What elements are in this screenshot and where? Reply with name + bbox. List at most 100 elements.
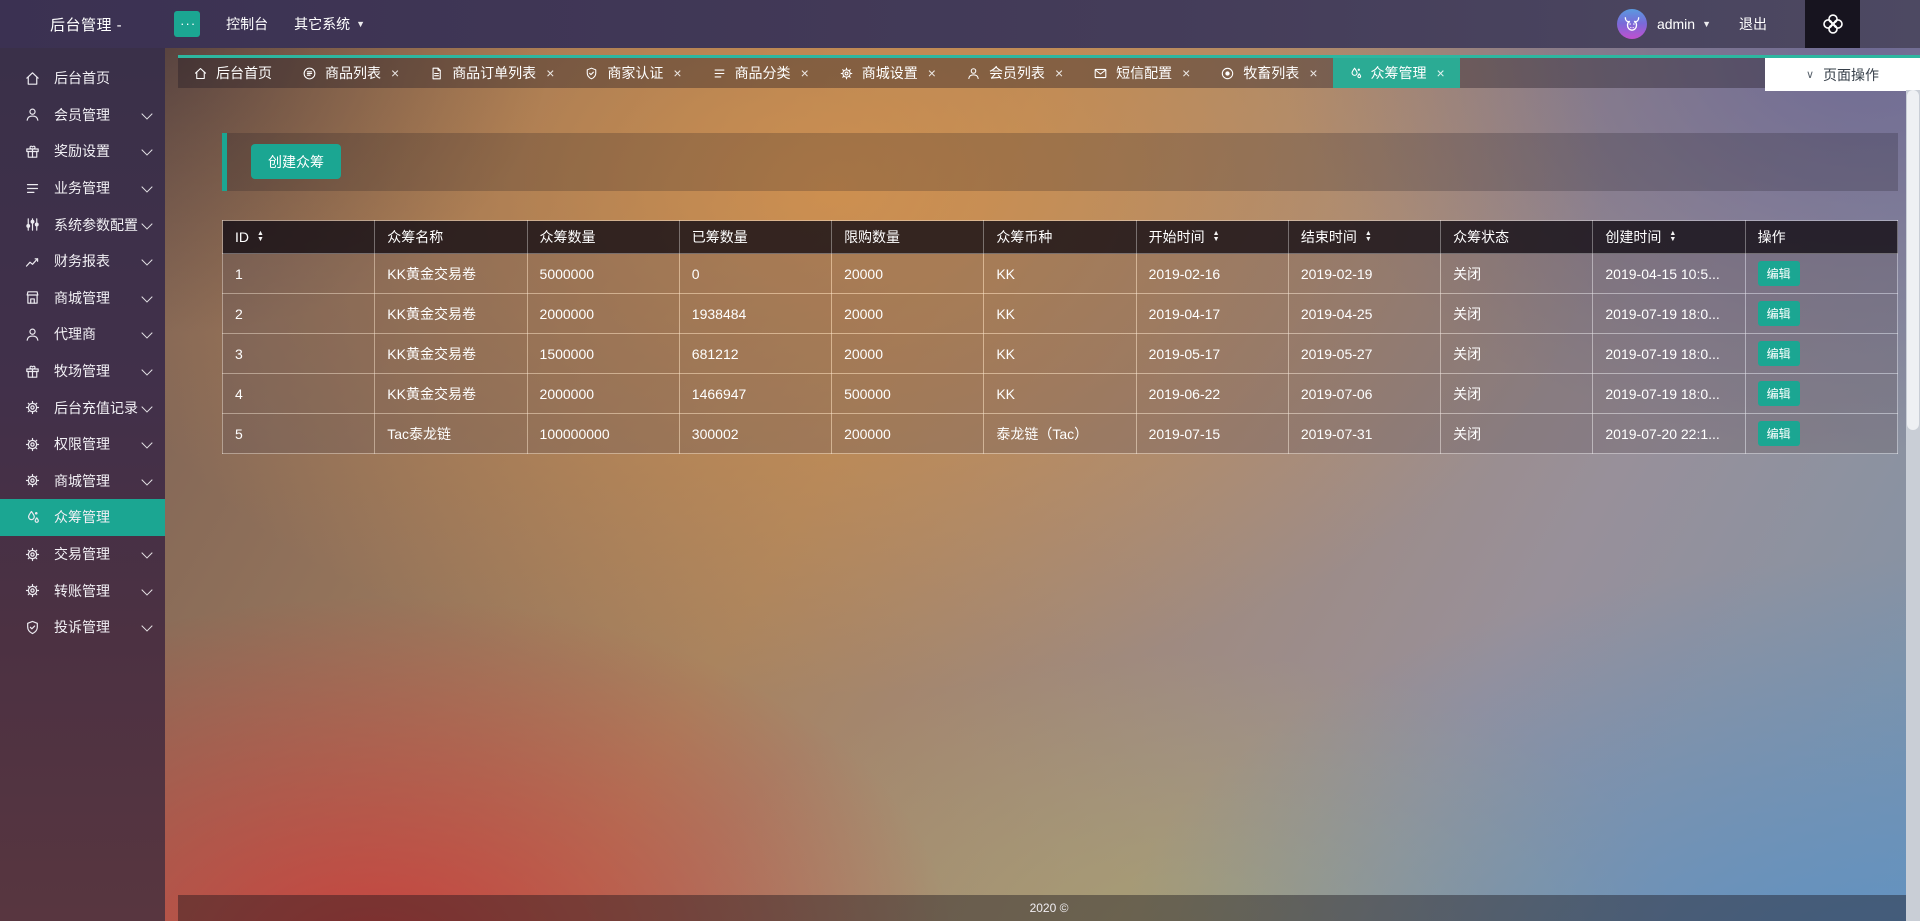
tab-sms-config[interactable]: 短信配置 × [1078,58,1205,88]
cell-end-time: 2019-07-06 [1287,373,1442,414]
logout-button[interactable]: 退出 [1739,14,1767,34]
tab-home[interactable]: 后台首页 [178,58,287,88]
user-menu[interactable]: admin ▼ [1657,16,1711,32]
sidebar-item-mall-mgmt[interactable]: 商城管理 [0,280,165,317]
cell-start-time: 2019-02-16 [1135,253,1289,294]
sidebar-item-mall-mgmt-2[interactable]: 商城管理 [0,463,165,500]
sidebar-item-reward-settings[interactable]: 奖励设置 [0,133,165,170]
close-icon[interactable]: × [1055,65,1063,81]
close-icon[interactable]: × [801,65,809,81]
edit-button[interactable]: 编辑 [1757,261,1800,286]
column-header-id[interactable]: ID ▲ ▼ [221,220,376,254]
tab-mall-settings[interactable]: 商城设置 × [824,58,951,88]
cell-status: 关闭 [1440,333,1594,374]
cell-raised-amount: 681212 [678,333,833,374]
edit-button[interactable]: 编辑 [1757,381,1800,406]
column-header-status: 众筹状态 [1440,220,1594,254]
tab-label: 众筹管理 [1370,65,1427,81]
sidebar-item-dashboard[interactable]: 后台首页 [0,60,165,97]
copyright-text: 2020 © [1029,901,1069,915]
tab-crowdfund-mgmt[interactable]: 众筹管理 × [1332,58,1460,88]
cell-start-time: 2019-06-22 [1135,373,1289,414]
menu-toggle-button[interactable]: ··· [174,11,201,37]
column-header-start-time[interactable]: 开始时间 ▲ ▼ [1135,220,1289,254]
column-header-created-time[interactable]: 创建时间 ▲ ▼ [1592,220,1746,254]
cell-start-time: 2019-04-17 [1135,293,1289,334]
column-header-end-time[interactable]: 结束时间 ▲ ▼ [1287,220,1442,254]
store-icon [24,289,41,306]
close-icon[interactable]: × [928,65,936,81]
app-switcher-button[interactable] [1805,0,1860,48]
sidebar-item-permission-mgmt[interactable]: 权限管理 [0,426,165,463]
column-label: 众筹币种 [996,229,1053,245]
sidebar-item-recharge-records[interactable]: 后台充值记录 [0,389,165,426]
close-icon[interactable]: × [673,65,681,81]
tab-product-orders[interactable]: 商品订单列表 × [414,58,569,88]
cell-actions: 编辑 [1744,373,1899,414]
tab-label: 后台首页 [216,65,272,81]
sidebar-item-label: 后台首页 [54,70,110,87]
scrollbar[interactable] [1906,90,1920,921]
chevron-down-icon [141,144,153,157]
cell-status: 关闭 [1440,253,1594,294]
cell-actions: 编辑 [1744,293,1899,334]
mail-icon [1093,66,1108,81]
close-icon[interactable]: × [1309,65,1317,81]
tab-label: 商品列表 [325,65,381,81]
edit-button[interactable]: 编辑 [1757,341,1800,366]
cell-actions: 编辑 [1744,253,1899,294]
crowdfund-table: ID ▲ ▼ 众筹名称 众筹数量 已筹数量 限购数量 众筹币种 开始时间 ▲ ▼ 结束时间 ▲ ▼ 众筹状态… [221,220,1899,454]
tab-member-list[interactable]: 会员列表 × [951,58,1078,88]
column-header-purchase-limit: 限购数量 [831,220,985,254]
cell-start-time: 2019-07-15 [1135,413,1289,454]
close-icon[interactable]: × [391,65,399,81]
nav-console[interactable]: 控制台 [226,14,268,34]
sidebar-item-agents[interactable]: 代理商 [0,316,165,353]
scrollbar-thumb[interactable] [1907,90,1919,430]
chevron-down-icon [141,108,153,120]
page-actions-button[interactable]: ∨ 页面操作 [1765,58,1920,91]
sidebar-item-transfer-mgmt[interactable]: 转账管理 [0,572,165,609]
sidebar-item-crowdfund-mgmt[interactable]: 众筹管理 [0,499,165,536]
sidebar-item-trade-mgmt[interactable]: 交易管理 [0,536,165,573]
sidebar-item-business-mgmt[interactable]: 业务管理 [0,170,165,207]
close-icon[interactable]: × [546,65,554,81]
column-label: 众筹数量 [539,229,596,245]
sliders-icon [24,216,41,233]
tab-merchant-auth[interactable]: 商家认证 × [569,58,696,88]
chevron-down-icon [141,547,153,559]
nav-other-systems[interactable]: 其它系统 ▼ [294,14,365,34]
sidebar-item-label: 商城管理 [54,289,110,306]
sidebar-item-system-params[interactable]: 系统参数配置 [0,206,165,243]
shield-check-icon [584,66,599,81]
sidebar-item-complaint-mgmt[interactable]: 投诉管理 [0,609,165,646]
sidebar-item-member-mgmt[interactable]: 会员管理 [0,97,165,134]
sidebar-item-ranch-mgmt[interactable]: 牧场管理 [0,353,165,390]
cell-created-time: 2019-07-20 22:1... [1592,413,1746,454]
close-icon[interactable]: × [1437,65,1445,81]
column-label: 众筹名称 [387,229,444,245]
chevron-down-icon [141,364,153,376]
close-icon[interactable]: × [1182,65,1190,81]
sidebar-item-label: 后台充值记录 [54,399,138,416]
gear-icon [839,66,854,81]
cell-end-time: 2019-02-19 [1287,253,1442,294]
cell-end-time: 2019-07-31 [1287,413,1442,454]
cell-created-time: 2019-04-15 10:5... [1592,253,1746,294]
tab-product-list[interactable]: 商品列表 × [287,58,414,88]
edit-button[interactable]: 编辑 [1757,421,1800,446]
edit-button[interactable]: 编辑 [1757,301,1800,326]
column-label: 已筹数量 [691,229,748,245]
column-header-target-amount: 众筹数量 [526,220,680,254]
cell-end-time: 2019-05-27 [1287,333,1442,374]
sidebar-item-finance-reports[interactable]: 财务报表 [0,243,165,280]
column-label: 开始时间 [1148,229,1205,245]
create-crowdfund-button[interactable]: 创建众筹 [251,144,341,179]
tab-label: 商城设置 [861,65,918,81]
shield-check-icon [24,619,41,636]
tab-product-category[interactable]: 商品分类 × [697,58,824,88]
avatar[interactable] [1616,9,1647,39]
nav-console-label: 控制台 [226,16,269,32]
app-title: 后台管理 - [50,16,123,34]
tab-livestock-list[interactable]: 牧畜列表 × [1205,58,1332,88]
